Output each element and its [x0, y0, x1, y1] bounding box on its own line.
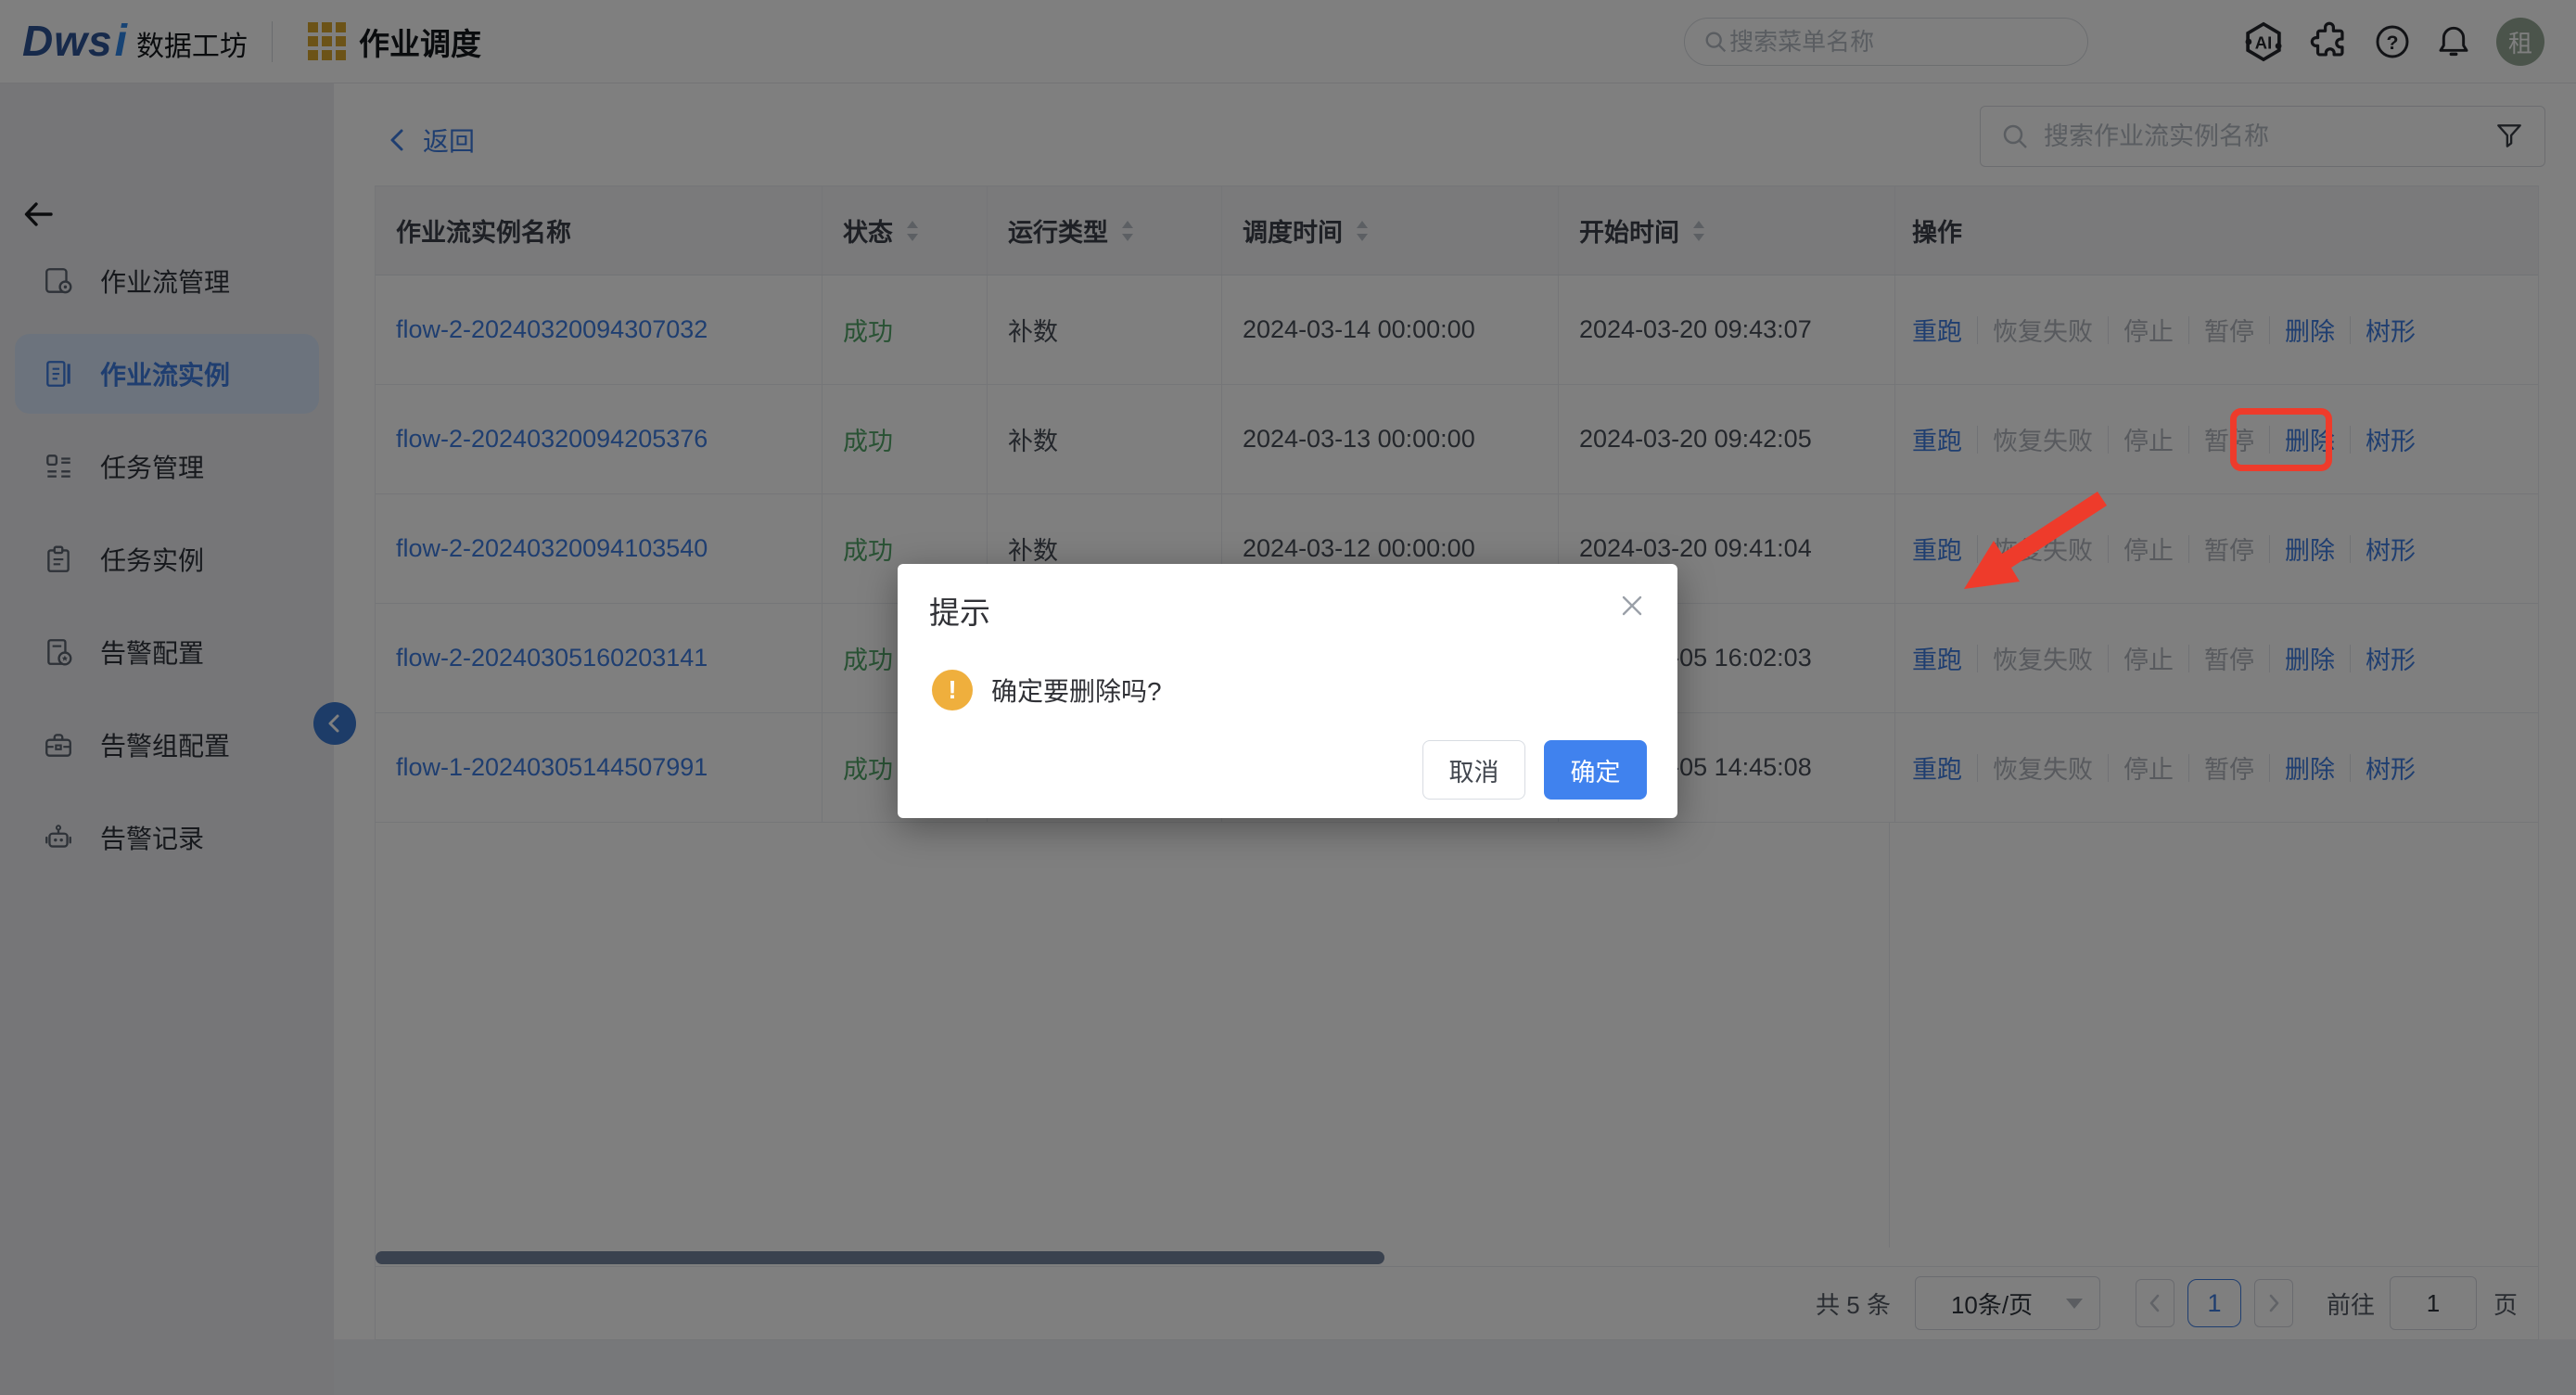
dialog-message: 确定要删除吗? [991, 672, 1162, 709]
annotation-arrow [1929, 468, 2123, 603]
confirm-button[interactable]: 确定 [1544, 740, 1647, 800]
close-icon[interactable] [1618, 592, 1646, 620]
app-screen: Dws i 数据工坊 作业调度 AI [0, 0, 2576, 1395]
annotation-highlight-box [2230, 408, 2332, 471]
cancel-button[interactable]: 取消 [1422, 740, 1525, 800]
dialog-title: 提示 [929, 588, 990, 633]
delete-confirm-dialog: 提示 ! 确定要删除吗? 取消 确定 [898, 564, 1677, 818]
dialog-body: ! 确定要删除吗? [932, 670, 1162, 710]
warning-icon: ! [932, 670, 973, 710]
